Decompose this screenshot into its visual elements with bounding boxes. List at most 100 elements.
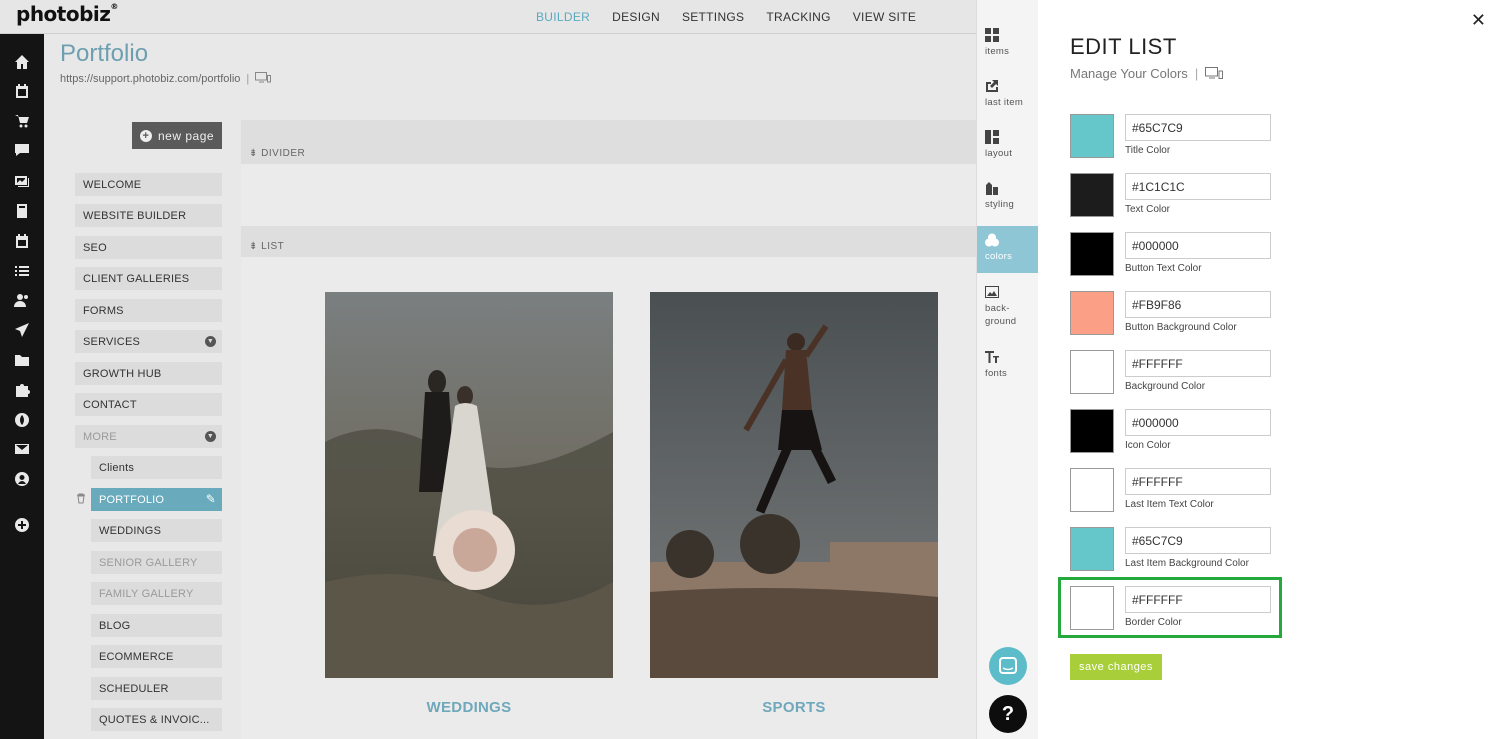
nav-view-site[interactable]: VIEW SITE	[853, 10, 916, 24]
list-section-label[interactable]: ⇟ LIST	[249, 241, 284, 252]
chevron-down-icon[interactable]: ▼	[205, 336, 216, 347]
color-swatch[interactable]	[1070, 291, 1114, 335]
styling-icon	[985, 181, 999, 195]
list-item-image-weddings[interactable]	[325, 292, 613, 678]
left-icon-nav	[0, 34, 44, 739]
users-icon[interactable]	[14, 292, 30, 308]
nav-tracking[interactable]: TRACKING	[766, 10, 830, 24]
list-block[interactable]: WEDDINGS SPORTS	[241, 257, 976, 739]
divider-section-label[interactable]: ⇟ DIVIDER	[249, 148, 305, 159]
page-url-text[interactable]: https://support.photobiz.com/portfolio	[60, 73, 240, 85]
tab-items[interactable]: items	[977, 28, 1039, 75]
tab-colors[interactable]: colors	[977, 226, 1039, 273]
tab-fonts[interactable]: fonts	[977, 350, 1039, 397]
page-title: Portfolio	[60, 40, 149, 67]
page-item-clients[interactable]: Clients	[91, 456, 222, 479]
chat-icon[interactable]	[14, 142, 30, 158]
color-hex-input[interactable]: #65C7C9	[1125, 114, 1271, 141]
tab-styling[interactable]: styling	[977, 181, 1039, 228]
list-icon[interactable]	[14, 263, 30, 279]
tab-layout[interactable]: layout	[977, 130, 1039, 177]
close-icon[interactable]: ✕	[1471, 10, 1486, 31]
color-hex-input[interactable]: #1C1C1C	[1125, 173, 1271, 200]
page-content: ⇟ DIVIDER ⇟ LIST WEDDINGS SPORTS	[241, 120, 976, 739]
help-button[interactable]: ?	[989, 695, 1027, 733]
pencil-icon[interactable]: ✎	[206, 492, 216, 506]
grid-icon	[985, 28, 999, 42]
color-swatch[interactable]	[1070, 409, 1114, 453]
color-label: Background Color	[1125, 381, 1206, 392]
color-hex-input[interactable]: #65C7C9	[1125, 527, 1271, 554]
page-item-weddings[interactable]: WEDDINGS	[91, 519, 222, 542]
page-item-welcome[interactable]: WELCOME	[75, 173, 222, 196]
page-item-forms[interactable]: FORMS	[75, 299, 222, 322]
cart-icon[interactable]	[14, 113, 30, 129]
account-icon[interactable]	[14, 471, 30, 487]
nav-settings[interactable]: SETTINGS	[682, 10, 744, 24]
add-icon[interactable]	[14, 517, 30, 533]
settings-tab-strip: items last item layout styling colors ba…	[976, 0, 1039, 739]
chat-button[interactable]	[989, 647, 1027, 685]
page-item-ecommerce[interactable]: ECOMMERCE	[91, 645, 222, 668]
page-item-more[interactable]: MORE ▼	[75, 425, 222, 448]
send-icon[interactable]	[14, 322, 30, 338]
color-swatch[interactable]	[1070, 468, 1114, 512]
color-swatch[interactable]	[1070, 173, 1114, 217]
tab-background[interactable]: back- ground	[977, 285, 1039, 332]
fonts-icon	[985, 350, 999, 364]
colors-icon	[985, 233, 999, 247]
list-item-image-sports[interactable]	[650, 292, 938, 678]
gallery-icon[interactable]	[14, 173, 30, 189]
mail-icon[interactable]	[14, 441, 30, 457]
device-preview-icon[interactable]	[255, 72, 272, 86]
color-hex-input[interactable]: #000000	[1125, 232, 1271, 259]
page-item-growth-hub[interactable]: GROWTH HUB	[75, 362, 222, 385]
border-color-highlight	[1058, 577, 1282, 638]
panel-subtitle: Manage Your Colors |	[1070, 66, 1224, 82]
color-swatch[interactable]	[1070, 232, 1114, 276]
page-item-contact[interactable]: CONTACT	[75, 393, 222, 416]
page-item-quotes-invoices[interactable]: QUOTES & INVOIC...	[91, 708, 222, 731]
top-nav: BUILDER DESIGN SETTINGS TRACKING VIEW SI…	[536, 10, 916, 24]
home-icon[interactable]	[14, 54, 30, 70]
color-label: Title Color	[1125, 145, 1171, 156]
book-icon[interactable]	[14, 203, 30, 219]
page-item-portfolio[interactable]: PORTFOLIO ✎	[91, 488, 222, 511]
page-item-client-galleries[interactable]: CLIENT GALLERIES	[75, 267, 222, 290]
chat-bubble-icon	[999, 657, 1017, 674]
color-hex-input[interactable]: #FFFFFF	[1125, 468, 1271, 495]
trash-icon[interactable]	[76, 493, 86, 507]
color-label: Last Item Background Color	[1125, 558, 1249, 569]
page-item-website-builder[interactable]: WEBSITE BUILDER	[75, 204, 222, 227]
color-label: Button Background Color	[1125, 322, 1237, 333]
color-label: Icon Color	[1125, 440, 1171, 451]
main-area: Portfolio https://support.photobiz.com/p…	[44, 34, 976, 739]
color-swatch[interactable]	[1070, 114, 1114, 158]
page-item-scheduler[interactable]: SCHEDULER	[91, 677, 222, 700]
chevron-down-icon[interactable]: ▼	[205, 431, 216, 442]
photobiz-logo[interactable]: photobiz®	[16, 2, 118, 26]
color-hex-input[interactable]: #FFFFFF	[1125, 350, 1271, 377]
color-hex-input[interactable]: #FB9F86	[1125, 291, 1271, 318]
page-item-services[interactable]: SERVICES ▼	[75, 330, 222, 353]
page-item-blog[interactable]: BLOG	[91, 614, 222, 637]
color-swatch[interactable]	[1070, 527, 1114, 571]
event-icon[interactable]	[14, 233, 30, 249]
page-item-family-gallery[interactable]: FAMILY GALLERY	[91, 582, 222, 605]
tab-last-item[interactable]: last item	[977, 79, 1039, 126]
globe-icon[interactable]	[14, 412, 30, 428]
puzzle-icon[interactable]	[14, 382, 30, 398]
color-hex-input[interactable]: #000000	[1125, 409, 1271, 436]
page-item-seo[interactable]: SEO	[75, 236, 222, 259]
color-label: Last Item Text Color	[1125, 499, 1214, 510]
device-preview-icon[interactable]	[1205, 67, 1224, 82]
save-changes-button[interactable]: save changes	[1070, 654, 1162, 680]
nav-builder[interactable]: BUILDER	[536, 10, 590, 24]
new-page-button[interactable]: + new page	[132, 122, 222, 149]
divider-block[interactable]	[241, 164, 976, 226]
page-item-senior-gallery[interactable]: SENIOR GALLERY	[91, 551, 222, 574]
color-swatch[interactable]	[1070, 350, 1114, 394]
folder-icon[interactable]	[14, 352, 30, 368]
nav-design[interactable]: DESIGN	[612, 10, 660, 24]
calendar-icon[interactable]	[14, 83, 30, 99]
